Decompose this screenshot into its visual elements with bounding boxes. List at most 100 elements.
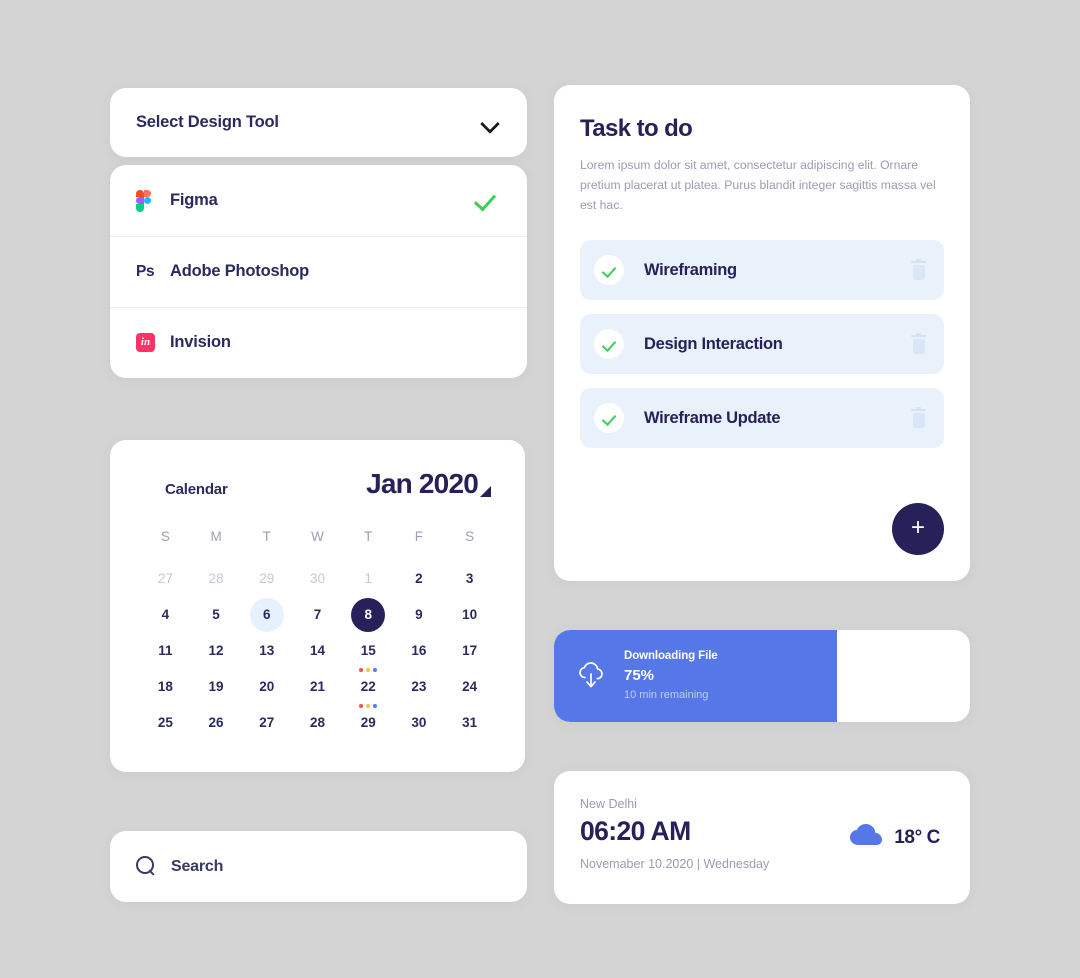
calendar-day[interactable]: 3 xyxy=(444,561,495,597)
calendar-day-number: 28 xyxy=(309,715,325,731)
download-text-block: Downloading File 75% 10 min remaining xyxy=(624,651,718,701)
calendar-widget: Calendar Jan 2020 S M T W T F S 27 28 29 30 1 2 3 4 5 6 7… xyxy=(110,440,525,772)
triangle-caret-icon[interactable] xyxy=(480,486,491,497)
calendar-day-number: 27 xyxy=(157,571,173,587)
calendar-day[interactable]: 24 xyxy=(444,669,495,705)
weather-block: 18° C xyxy=(849,823,940,852)
calendar-day-number: 7 xyxy=(313,607,322,623)
cloud-download-icon xyxy=(576,661,608,691)
trash-icon[interactable] xyxy=(911,332,926,354)
weather-city: New Delhi xyxy=(580,797,637,811)
calendar-day[interactable]: 10 xyxy=(444,597,495,633)
calendar-day-number: 29 xyxy=(360,715,376,731)
calendar-day[interactable]: 16 xyxy=(394,633,445,669)
calendar-day[interactable]: 25 xyxy=(140,705,191,741)
task-row[interactable]: Wireframe Update xyxy=(580,388,944,449)
calendar-weekday: F xyxy=(414,529,424,544)
calendar-day-number: 8 xyxy=(351,598,386,632)
calendar-day[interactable]: 1 xyxy=(343,561,394,597)
trash-icon[interactable] xyxy=(911,406,926,428)
calendar-day[interactable]: 2 xyxy=(394,561,445,597)
calendar-day-number: 29 xyxy=(259,571,275,587)
calendar-day[interactable]: 6 xyxy=(241,597,292,633)
current-date: Novemaber 10.2020 | Wednesday xyxy=(580,856,770,871)
figma-icon xyxy=(136,189,170,212)
calendar-month-label: Jan 2020 xyxy=(366,468,479,499)
calendar-day-number: 1 xyxy=(364,571,372,587)
calendar-day-number: 22 xyxy=(360,679,376,695)
add-task-button[interactable]: + xyxy=(892,503,944,555)
calendar-day[interactable]: 28 xyxy=(191,561,242,597)
calendar-day-number: 16 xyxy=(411,643,427,659)
task-check-icon[interactable] xyxy=(594,255,624,286)
calendar-day[interactable]: 27 xyxy=(241,705,292,741)
calendar-day[interactable]: 17 xyxy=(444,633,495,669)
calendar-day[interactable]: 30 xyxy=(394,705,445,741)
calendar-day[interactable]: 5 xyxy=(191,597,242,633)
calendar-day[interactable]: 12 xyxy=(191,633,242,669)
calendar-day[interactable]: 14 xyxy=(292,633,343,669)
calendar-day[interactable]: 18 xyxy=(140,669,191,705)
calendar-day-number: 15 xyxy=(360,643,376,659)
calendar-weekday: S xyxy=(160,529,170,544)
calendar-day[interactable]: 7 xyxy=(292,597,343,633)
calendar-day[interactable]: 29 xyxy=(343,705,394,741)
task-check-icon[interactable] xyxy=(594,329,624,360)
calendar-weekday: M xyxy=(210,529,222,544)
calendar-day[interactable]: 29 xyxy=(241,561,292,597)
calendar-day-number: 24 xyxy=(462,679,478,695)
task-label: Wireframe Update xyxy=(644,408,781,427)
calendar-day-number: 14 xyxy=(309,643,325,659)
calendar-day[interactable]: 13 xyxy=(241,633,292,669)
tool-list-item-photoshop[interactable]: Ps Adobe Photoshop xyxy=(110,236,527,307)
task-list: Wireframing Design Interaction Wireframe U… xyxy=(580,240,944,449)
search-icon[interactable] xyxy=(136,856,157,877)
task-row[interactable]: Wireframing xyxy=(580,240,944,301)
calendar-day[interactable]: 11 xyxy=(140,633,191,669)
calendar-day[interactable]: 26 xyxy=(191,705,242,741)
calendar-day[interactable]: 23 xyxy=(394,669,445,705)
tool-list-item-figma[interactable]: Figma xyxy=(110,165,527,236)
calendar-day-number: 3 xyxy=(465,571,474,587)
calendar-day[interactable]: 15 xyxy=(343,633,394,672)
calendar-day[interactable]: 21 xyxy=(292,669,343,705)
search-input[interactable]: Search xyxy=(171,858,223,876)
task-description: Lorem ipsum dolor sit amet, consectetur … xyxy=(580,158,936,213)
invision-icon: in xyxy=(136,333,170,352)
calendar-day-number: 31 xyxy=(462,715,478,731)
calendar-day[interactable]: 27 xyxy=(140,561,191,597)
calendar-day-number: 21 xyxy=(309,679,325,695)
calendar-day[interactable]: 20 xyxy=(241,669,292,705)
search-bar[interactable]: Search xyxy=(110,831,527,902)
check-icon xyxy=(475,188,501,214)
task-row[interactable]: Design Interaction xyxy=(580,314,944,375)
calendar-grid: S M T W T F S 27 28 29 30 1 2 3 4 5 6 7 8 9 10 11 12 13 14 15 16 17… xyxy=(140,529,495,741)
invision-wordmark: in xyxy=(136,333,155,352)
calendar-day[interactable]: 28 xyxy=(292,705,343,741)
calendar-day-number: 11 xyxy=(158,643,173,659)
trash-icon[interactable] xyxy=(911,258,926,280)
task-check-icon[interactable] xyxy=(594,403,624,434)
calendar-day[interactable]: 30 xyxy=(292,561,343,597)
calendar-day[interactable]: 19 xyxy=(191,669,242,705)
calendar-day-number: 6 xyxy=(249,598,284,632)
photoshop-wordmark: Ps xyxy=(136,262,155,280)
tool-list-item-invision[interactable]: in Invision xyxy=(110,307,527,378)
select-design-tool-dropdown[interactable]: Select Design Tool xyxy=(110,88,527,157)
calendar-day[interactable]: 4 xyxy=(140,597,191,633)
calendar-day[interactable]: 9 xyxy=(394,597,445,633)
calendar-day-number: 10 xyxy=(462,607,478,623)
task-label: Wireframing xyxy=(644,260,737,279)
calendar-day[interactable]: 8 xyxy=(343,597,394,633)
chevron-down-icon[interactable] xyxy=(481,117,501,129)
calendar-month-selector[interactable]: Jan 2020 xyxy=(366,470,491,498)
calendar-day[interactable]: 31 xyxy=(444,705,495,741)
calendar-day-number: 2 xyxy=(415,571,423,587)
calendar-day-number: 27 xyxy=(259,715,275,731)
download-progress-card[interactable]: Downloading File 75% 10 min remaining xyxy=(554,630,970,722)
calendar-day-number: 13 xyxy=(259,643,275,659)
tool-name: Invision xyxy=(170,333,231,351)
calendar-weekday: T xyxy=(364,529,373,544)
calendar-weekday: T xyxy=(262,529,271,544)
calendar-day[interactable]: 22 xyxy=(343,669,394,708)
